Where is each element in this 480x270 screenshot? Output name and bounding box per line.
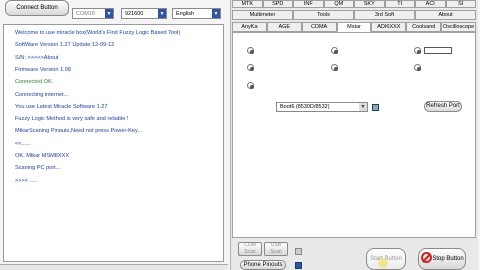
tab-ti[interactable]: TI (384, 0, 415, 8)
log-line: Connected OK. (15, 79, 54, 86)
port-select-value: COM15 (76, 10, 95, 17)
log-line: MtkarScaning Pinouts,Need not press Powe… (15, 128, 143, 135)
language-select-value: English (176, 10, 195, 17)
log-line: >>>< ..... (15, 177, 38, 184)
log-line: Welcome to use miracle box(World's First… (15, 30, 181, 36)
connect-button[interactable]: Connect Button (5, 0, 69, 16)
usb-scan-button[interactable]: USB Scan (264, 242, 288, 256)
log-output[interactable]: Welcome to use miracle box(World's First… (3, 24, 224, 262)
tab-coolsand[interactable]: Coolsand (406, 22, 442, 32)
radio-option[interactable] (247, 82, 254, 89)
tab-qm[interactable]: QM (323, 0, 354, 8)
tab-row-tools: Multimeter Tools 3rd Soft About (232, 10, 476, 20)
com-scan-button[interactable]: COM Scan (238, 242, 262, 256)
tab-oscilloscope[interactable]: Oscilloscope (441, 22, 476, 32)
tab-3rd-soft[interactable]: 3rd Soft (354, 10, 415, 20)
chevron-down-icon: ▼ (212, 9, 220, 18)
radio-option[interactable] (331, 64, 338, 71)
chip-select[interactable]: Boot6 (8530D/8532) ▼ (276, 102, 368, 112)
cursor-icon (378, 258, 388, 268)
radio-option[interactable] (414, 47, 421, 54)
tab-age[interactable]: AGE (266, 22, 302, 32)
tab-spd[interactable]: SPD (262, 0, 293, 8)
stop-button-label: Stop Button (432, 255, 464, 262)
tab-sky[interactable]: SKY (354, 0, 385, 8)
baud-select[interactable]: 921600 ▼ (121, 8, 167, 19)
mstar-panel (232, 32, 476, 238)
tab-si[interactable]: SI (445, 0, 476, 8)
chevron-down-icon: ▼ (158, 9, 166, 18)
refresh-port-button[interactable]: Refresh Port (424, 101, 462, 112)
status-bar (0, 264, 228, 270)
tab-mtk[interactable]: MTK (232, 0, 263, 8)
tab-row-platforms: MTK SPD INF QM SKY TI ACI SI (232, 0, 476, 8)
pin-input[interactable] (424, 47, 452, 54)
log-line: OK. Mtkar MSM8XXX (15, 153, 70, 159)
pinouts-checkbox[interactable] (295, 262, 302, 269)
port-select[interactable]: COM15 ▼ (72, 8, 114, 19)
tab-tools[interactable]: Tools (293, 10, 354, 20)
chip-select-value: Boot6 (8530D/8532) (280, 104, 330, 110)
tab-inf[interactable]: INF (293, 0, 324, 8)
log-line: Scaning PC port... (15, 165, 61, 172)
tab-multimeter[interactable]: Multimeter (232, 10, 293, 20)
log-line: S/N: >>>>>About (15, 54, 59, 61)
log-line: Connecting internet... (15, 91, 69, 98)
radio-option[interactable] (331, 47, 338, 54)
chevron-down-icon: ▼ (359, 103, 367, 111)
baud-select-value: 921600 (125, 10, 144, 17)
language-select[interactable]: English ▼ (172, 8, 221, 19)
log-line: You use Latest Miracle Software 1.27 (15, 103, 108, 110)
chevron-down-icon: ▼ (105, 9, 113, 18)
scan-checkbox[interactable] (295, 248, 302, 255)
radio-option[interactable] (414, 64, 421, 71)
log-line: <<...... (15, 140, 31, 147)
tab-mstar[interactable]: Mstar (336, 22, 372, 32)
radio-option[interactable] (247, 64, 254, 71)
tab-anyka[interactable]: AnyKa (232, 22, 267, 32)
tab-adi6xxx[interactable]: ADI6XXX (371, 22, 407, 32)
log-line: Fuzzy Logic Method is very safe and reli… (15, 116, 129, 123)
settings-checkbox[interactable] (372, 104, 379, 111)
log-line: SoftWare Version 1.27 Update:12-09-12 (15, 42, 115, 49)
tab-aci[interactable]: ACI (415, 0, 446, 8)
radio-option[interactable] (247, 47, 254, 54)
tab-row-chipsets: AnyKa AGE CDMA Mstar ADI6XXX Coolsand Oscillos… (232, 22, 476, 32)
log-line: Firmware Version 1.08 (15, 66, 71, 73)
tab-about[interactable]: About (415, 10, 476, 20)
tab-cdma[interactable]: CDMA (301, 22, 337, 32)
phone-pinouts-button[interactable]: Phone Pinouts (240, 260, 286, 270)
